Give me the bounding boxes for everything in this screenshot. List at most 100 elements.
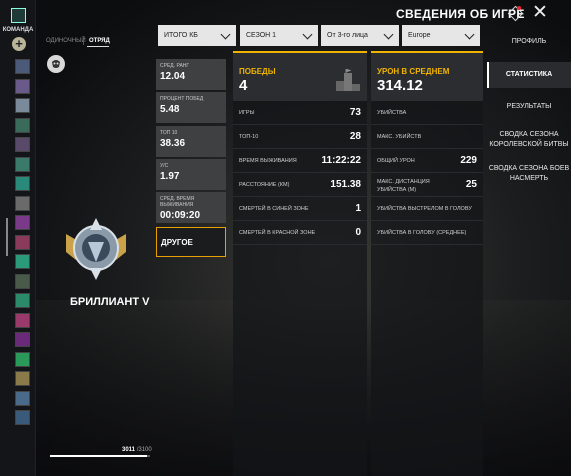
stat-avg-rank: СРЕД. РАНГ 12.04 <box>156 59 226 90</box>
row-label: МАКС. ДИСТАНЦИЯ УБИЙСТВА (М) <box>377 179 430 193</box>
filter-season-label: СЕЗОН 1 <box>246 32 277 39</box>
friend-avatar[interactable] <box>15 371 30 386</box>
filter-season[interactable]: СЕЗОН 1 <box>240 25 318 46</box>
stat-row: УБИЙСТВА ВЫСТРЕЛОМ В ГОЛОВУ <box>371 199 483 221</box>
row-label: УБИЙСТВА <box>377 110 407 116</box>
friend-avatar[interactable] <box>15 410 30 425</box>
friend-avatar[interactable] <box>15 234 30 250</box>
row-label: СМЕРТЕЙ В КРАСНОЙ ЗОНЕ <box>239 230 316 236</box>
nav-battle-royale-summary[interactable]: СВОДКА СЕЗОНА КОРОЛЕВСКОЙ БИТВЫ <box>487 130 571 150</box>
row-label: СМЕРТЕЙ В СИНЕЙ ЗОНЕ <box>239 206 309 212</box>
add-friend-button[interactable]: + <box>12 37 26 51</box>
rank-progress-current: 3011 <box>122 447 136 453</box>
row-label: УБИЙСТВА ВЫСТРЕЛОМ В ГОЛОВУ <box>377 206 472 212</box>
panel-accent-line <box>371 51 483 53</box>
stat-kd: У/С 1.97 <box>156 159 226 190</box>
stat-row: МАКС. УБИЙСТВ <box>371 127 483 149</box>
stat-value: 1.97 <box>160 171 180 182</box>
rank-progress-fill <box>50 455 147 457</box>
friend-avatar[interactable] <box>15 137 30 152</box>
team-label: КОМАНДА <box>2 27 34 33</box>
tab-squad[interactable]: ОТРЯД <box>89 38 110 44</box>
notification-dot <box>517 6 521 10</box>
nav-statistics[interactable]: СТАТИСТИКА <box>487 62 571 88</box>
stat-row: ВРЕМЯ ВЫЖИВАНИЯ 11:22:22 <box>233 151 367 173</box>
row-label: ТОП-10 <box>239 134 259 140</box>
row-value: 28 <box>349 131 361 142</box>
filter-region[interactable]: Europe <box>402 25 480 46</box>
row-value: 25 <box>465 179 477 190</box>
friend-avatar[interactable] <box>15 254 30 269</box>
filter-mode[interactable]: ИТОГО КБ <box>158 25 236 46</box>
friend-avatar[interactable] <box>15 215 30 230</box>
stat-top10: ТОП 10 38.36 <box>156 126 226 157</box>
friend-avatar[interactable] <box>15 293 30 308</box>
page-title: СВЕДЕНИЯ ОБ ИГРЕ <box>396 7 525 21</box>
row-value: 0 <box>355 227 361 238</box>
friend-avatar[interactable] <box>15 195 30 211</box>
nav-deathmatch-summary[interactable]: СВОДКА СЕЗОНА БОЕВ НАСМЕРТЬ <box>487 164 571 184</box>
friend-avatar[interactable] <box>15 273 30 289</box>
filter-perspective-label: От 3-го лица <box>327 32 368 39</box>
friend-avatar[interactable] <box>15 98 30 113</box>
damage-panel: УРОН В СРЕДНЕМ 314.12 УБИЙСТВА МАКС. УБИ… <box>371 51 483 476</box>
friends-sidebar: КОМАНДА + <box>0 0 36 476</box>
stat-value: 38.36 <box>160 138 186 149</box>
filter-mode-label: ИТОГО КБ <box>164 32 198 39</box>
team-icon[interactable] <box>11 8 26 23</box>
stat-row: ТОП-10 28 <box>233 127 367 149</box>
row-label: ОБЩИЙ УРОН <box>377 158 415 164</box>
sidebar-scrollbar[interactable] <box>6 218 8 256</box>
rank-name: БРИЛЛИАНТ V <box>70 296 150 308</box>
row-label: ВРЕМЯ ВЫЖИВАНИЯ <box>239 158 297 164</box>
other-button[interactable]: ДРУГОЕ <box>156 227 226 257</box>
stat-value: 00:09:20 <box>160 210 201 221</box>
stat-row: УБИЙСТВА <box>371 103 483 125</box>
row-label: РАССТОЯНИЕ (КМ) <box>239 182 290 188</box>
damage-value: 314.12 <box>377 77 423 94</box>
stat-label: СРЕД. ВРЕМЯ ВЫЖИВАНИЯ <box>160 196 195 208</box>
chevron-down-icon <box>464 29 475 40</box>
friend-avatar[interactable] <box>15 78 30 94</box>
nav-selected-indicator <box>487 62 489 88</box>
chevron-down-icon <box>302 29 313 40</box>
row-label: МАКС. УБИЙСТВ <box>377 134 422 140</box>
rank-badge-icon <box>60 212 132 284</box>
stat-row: СМЕРТЕЙ В СИНЕЙ ЗОНЕ 1 <box>233 199 367 221</box>
row-label: ИГРЫ <box>239 110 255 116</box>
stat-avg-survival: СРЕД. ВРЕМЯ ВЫЖИВАНИЯ 00:09:20 <box>156 192 226 223</box>
friend-avatar[interactable] <box>15 156 30 172</box>
friend-avatar[interactable] <box>15 351 30 367</box>
row-value: 73 <box>349 107 361 118</box>
row-value: 151.38 <box>330 179 361 190</box>
wins-title: ПОБЕДЫ <box>239 67 276 76</box>
stat-row: СМЕРТЕЙ В КРАСНОЙ ЗОНЕ 0 <box>233 223 367 245</box>
friend-avatar[interactable] <box>15 312 30 328</box>
tab-divider <box>83 37 84 45</box>
tab-solo[interactable]: ОДИНОЧНЫЙ <box>46 38 86 44</box>
friend-avatar[interactable] <box>15 176 30 191</box>
stat-win-rate: ПРОЦЕНТ ПОБЕД 5.48 <box>156 92 226 123</box>
stat-value: 12.04 <box>160 71 186 82</box>
stat-label: У/С <box>160 163 169 169</box>
wins-value: 4 <box>239 77 248 94</box>
filter-perspective[interactable]: От 3-го лица <box>321 25 399 46</box>
damage-panel-header: УРОН В СРЕДНЕМ 314.12 <box>371 51 483 101</box>
stat-label: ПРОЦЕНТ ПОБЕД <box>160 96 204 102</box>
chevron-down-icon <box>220 29 231 40</box>
friend-avatar[interactable] <box>15 59 30 74</box>
rank-progress-text: 3011 /3100 <box>122 447 152 453</box>
nav-profile[interactable]: ПРОФИЛЬ <box>487 38 571 45</box>
nav-results[interactable]: РЕЗУЛЬТАТЫ <box>487 103 571 110</box>
friend-avatar[interactable] <box>15 332 30 347</box>
trophy-icon <box>335 68 361 91</box>
row-value: 229 <box>460 155 477 166</box>
stat-row: РАССТОЯНИЕ (КМ) 151.38 <box>233 175 367 197</box>
stat-row: УБИЙСТВА В ГОЛОВУ (СРЕДНЕЕ) <box>371 223 483 245</box>
close-icon[interactable]: ✕ <box>532 3 548 22</box>
emblem-icon[interactable] <box>47 55 65 73</box>
chevron-down-icon <box>383 29 394 40</box>
damage-title: УРОН В СРЕДНЕМ <box>377 67 450 76</box>
friend-avatar[interactable] <box>15 390 30 406</box>
friend-avatar[interactable] <box>15 117 30 133</box>
